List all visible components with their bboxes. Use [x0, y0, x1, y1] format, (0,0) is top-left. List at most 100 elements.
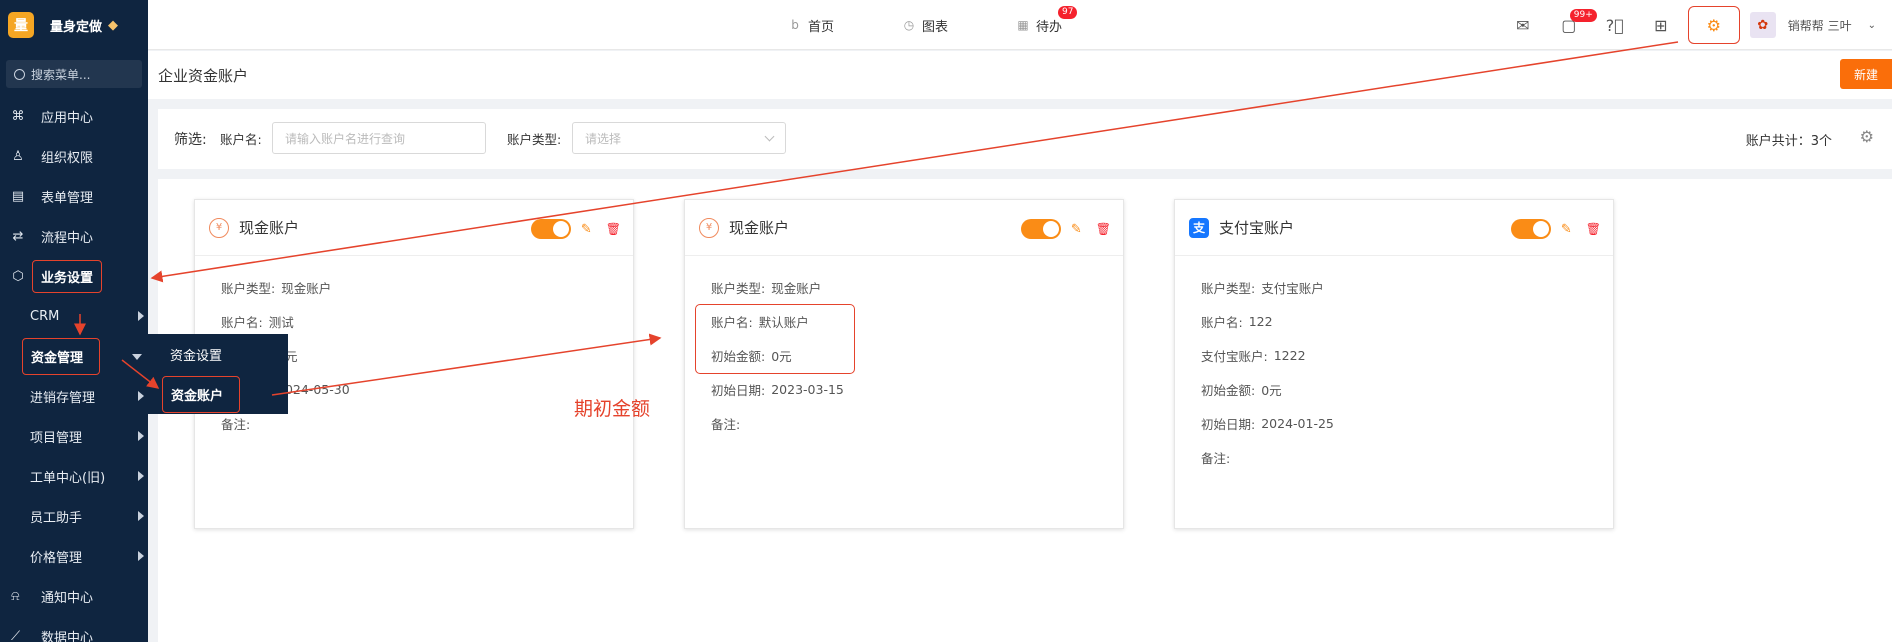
- flyout-item-label: 资金设置: [170, 348, 223, 364]
- sidebar-subitem-pricing[interactable]: 价格管理: [0, 536, 148, 576]
- sidebar-subitem-assistant[interactable]: 员工助手: [0, 496, 148, 536]
- field-value: 测试: [268, 314, 294, 330]
- caret-right-icon: [138, 391, 144, 401]
- sidebar-item-forms[interactable]: ▤ 表单管理: [0, 176, 148, 216]
- sidebar: 量 量身定做 ◆ 搜索菜单... ⌘ 应用中心 ♙ 组织权限 ▤ 表单管理 ⇄ …: [0, 0, 148, 642]
- field-label: 初始日期:: [711, 382, 766, 398]
- tool-icons: ✉ ▢ 99+ ?⃝ ⊞ ⚙ ✿ 销帮帮 三叶 ⌄: [1500, 0, 1892, 50]
- sidebar-item-label: 业务设置: [32, 259, 103, 293]
- gear-icon[interactable]: ⚙: [1687, 6, 1740, 44]
- edit-icon[interactable]: ✎: [581, 222, 592, 237]
- tab-charts[interactable]: ◷ 图表: [902, 16, 948, 35]
- sidebar-subitem-crm[interactable]: CRM: [0, 296, 148, 336]
- caret-right-icon: [138, 311, 144, 321]
- tab-label: 首页: [808, 19, 835, 35]
- account-card[interactable]: ¥ 现金账户 ✎ 🗑 账户类型: 现金账户 账户名: 默认账户 初始金额: 0元 初始…: [684, 199, 1124, 529]
- sidebar-item-label: 表单管理: [41, 190, 94, 206]
- field-value: 1222: [1273, 347, 1306, 363]
- account-name-placeholder: 请输入账户名进行查询: [285, 131, 406, 146]
- field-label: 支付宝账户:: [1201, 348, 1268, 364]
- account-name-input[interactable]: 请输入账户名进行查询: [272, 122, 486, 154]
- caret-down-icon: [132, 354, 142, 360]
- field-account-name: 账户名: 测试: [221, 304, 633, 338]
- sidebar-item-data-center[interactable]: ⟋ 数据中心: [0, 616, 148, 642]
- menu-search[interactable]: 搜索菜单...: [6, 60, 142, 88]
- sidebar-item-label: 通知中心: [41, 590, 94, 606]
- flyout-item-fund-accounts[interactable]: 资金账户: [148, 374, 288, 414]
- sidebar-item-label: 流程中心: [41, 230, 94, 246]
- sidebar-item-flow[interactable]: ⇄ 流程中心: [0, 216, 148, 256]
- tab-todo[interactable]: ▦ 待办 97: [1016, 5, 1078, 35]
- avatar[interactable]: ✿: [1749, 12, 1776, 38]
- edit-icon[interactable]: ✎: [1561, 222, 1572, 237]
- chevron-down-icon[interactable]: ⌄: [1868, 20, 1876, 31]
- new-button[interactable]: 新建: [1840, 59, 1892, 89]
- menu-search-placeholder: 搜索菜单...: [31, 67, 91, 82]
- account-type-label: 账户类型:: [507, 132, 562, 147]
- enable-toggle[interactable]: [530, 219, 571, 239]
- flow-icon: ⇄: [12, 228, 24, 244]
- sidebar-subitem-funds[interactable]: 资金管理: [0, 336, 148, 376]
- account-type-select[interactable]: 请选择: [572, 122, 786, 154]
- delete-icon[interactable]: 🗑: [606, 222, 621, 236]
- field-label: 备注:: [711, 416, 741, 432]
- delete-icon[interactable]: 🗑: [1096, 222, 1111, 236]
- card-actions: ✎ 🗑: [530, 219, 621, 239]
- account-card[interactable]: 支 支付宝账户 ✎ 🗑 账户类型: 支付宝账户 账户名: 122 支付宝账户: 122…: [1174, 199, 1614, 529]
- sidebar-item-app-center[interactable]: ⌘ 应用中心: [0, 96, 148, 136]
- message-icon[interactable]: ▢ 99+: [1546, 8, 1597, 35]
- field-label: 账户名:: [1201, 314, 1243, 330]
- home-icon: b: [791, 18, 799, 32]
- field-value: 0元: [1261, 382, 1282, 398]
- content-area: ¥ 现金账户 ✎ 🗑 账户类型: 现金账户 账户名: 测试 元 2024-05-30…: [158, 179, 1892, 642]
- sidebar-subitem-label: 资金管理: [22, 337, 101, 375]
- flyout-item-fund-settings[interactable]: 资金设置: [148, 334, 288, 374]
- enable-toggle[interactable]: [1510, 219, 1551, 239]
- sidebar-subitem-projects[interactable]: 项目管理: [0, 416, 148, 456]
- field-value: 122: [1248, 313, 1273, 329]
- tab-home[interactable]: b 首页: [788, 16, 834, 35]
- card-title: 现金账户: [239, 219, 300, 237]
- apps-icon: ⌘: [11, 108, 25, 124]
- grid-icon[interactable]: ⊞: [1638, 16, 1684, 35]
- sidebar-item-business-settings[interactable]: ⬡ 业务设置: [0, 256, 148, 296]
- enable-toggle[interactable]: [1020, 219, 1061, 239]
- topbar: b 首页 ◷ 图表 ▦ 待办 97 ✉ ▢ 99+ ?⃝ ⊞ ⚙ ✿ 销帮帮 三…: [148, 0, 1892, 50]
- todo-badge: 97: [1058, 5, 1078, 19]
- caret-right-icon: [138, 511, 144, 521]
- caret-right-icon: [138, 431, 144, 441]
- highlight-box: [695, 304, 855, 374]
- filter-bar: 筛选: 账户名: 请输入账户名进行查询 账户类型: 请选择 账户共计：3个 ⚙: [158, 109, 1892, 169]
- search-icon: [14, 68, 25, 80]
- mail-icon[interactable]: ✉: [1500, 16, 1546, 35]
- field-label: 账户名:: [221, 314, 263, 330]
- delete-icon[interactable]: 🗑: [1586, 222, 1601, 236]
- sidebar-subitem-label: CRM: [30, 308, 60, 324]
- app-logo: 量: [8, 12, 34, 38]
- field-account-type: 账户类型: 现金账户: [711, 270, 1123, 304]
- edit-icon[interactable]: ✎: [1071, 222, 1082, 237]
- sidebar-subitem-inventory[interactable]: 进销存管理: [0, 376, 148, 416]
- field-remark: 备注:: [711, 406, 1123, 440]
- alipay-icon: 支: [1189, 217, 1209, 238]
- field-value: 现金账户: [771, 280, 822, 296]
- logo-row: 量 量身定做 ◆: [0, 0, 148, 50]
- field-label: 初始日期:: [1201, 416, 1256, 432]
- card-header: 支 支付宝账户 ✎ 🗑: [1175, 200, 1613, 256]
- sidebar-subitem-tickets[interactable]: 工单中心(旧): [0, 456, 148, 496]
- cube-icon: ⬡: [12, 268, 24, 284]
- caret-right-icon: [138, 471, 144, 481]
- field-value: 支付宝账户: [1261, 280, 1324, 296]
- filter-label: 筛选:: [174, 132, 207, 148]
- card-header: ¥ 现金账户 ✎ 🗑: [195, 200, 633, 256]
- field-label: 账户类型:: [221, 280, 276, 296]
- settings-gear-icon[interactable]: ⚙: [1860, 127, 1874, 146]
- account-name-label: 账户名:: [220, 132, 262, 147]
- sidebar-item-org[interactable]: ♙ 组织权限: [0, 136, 148, 176]
- nav-tabs: b 首页 ◷ 图表 ▦ 待办 97: [788, 0, 1130, 50]
- sidebar-item-notifications[interactable]: ⍾ 通知中心: [0, 576, 148, 616]
- chevron-down-icon: [764, 131, 775, 142]
- field-label: 备注:: [221, 416, 251, 432]
- user-name[interactable]: 销帮帮 三叶: [1788, 17, 1852, 34]
- help-icon[interactable]: ?⃝: [1592, 16, 1638, 35]
